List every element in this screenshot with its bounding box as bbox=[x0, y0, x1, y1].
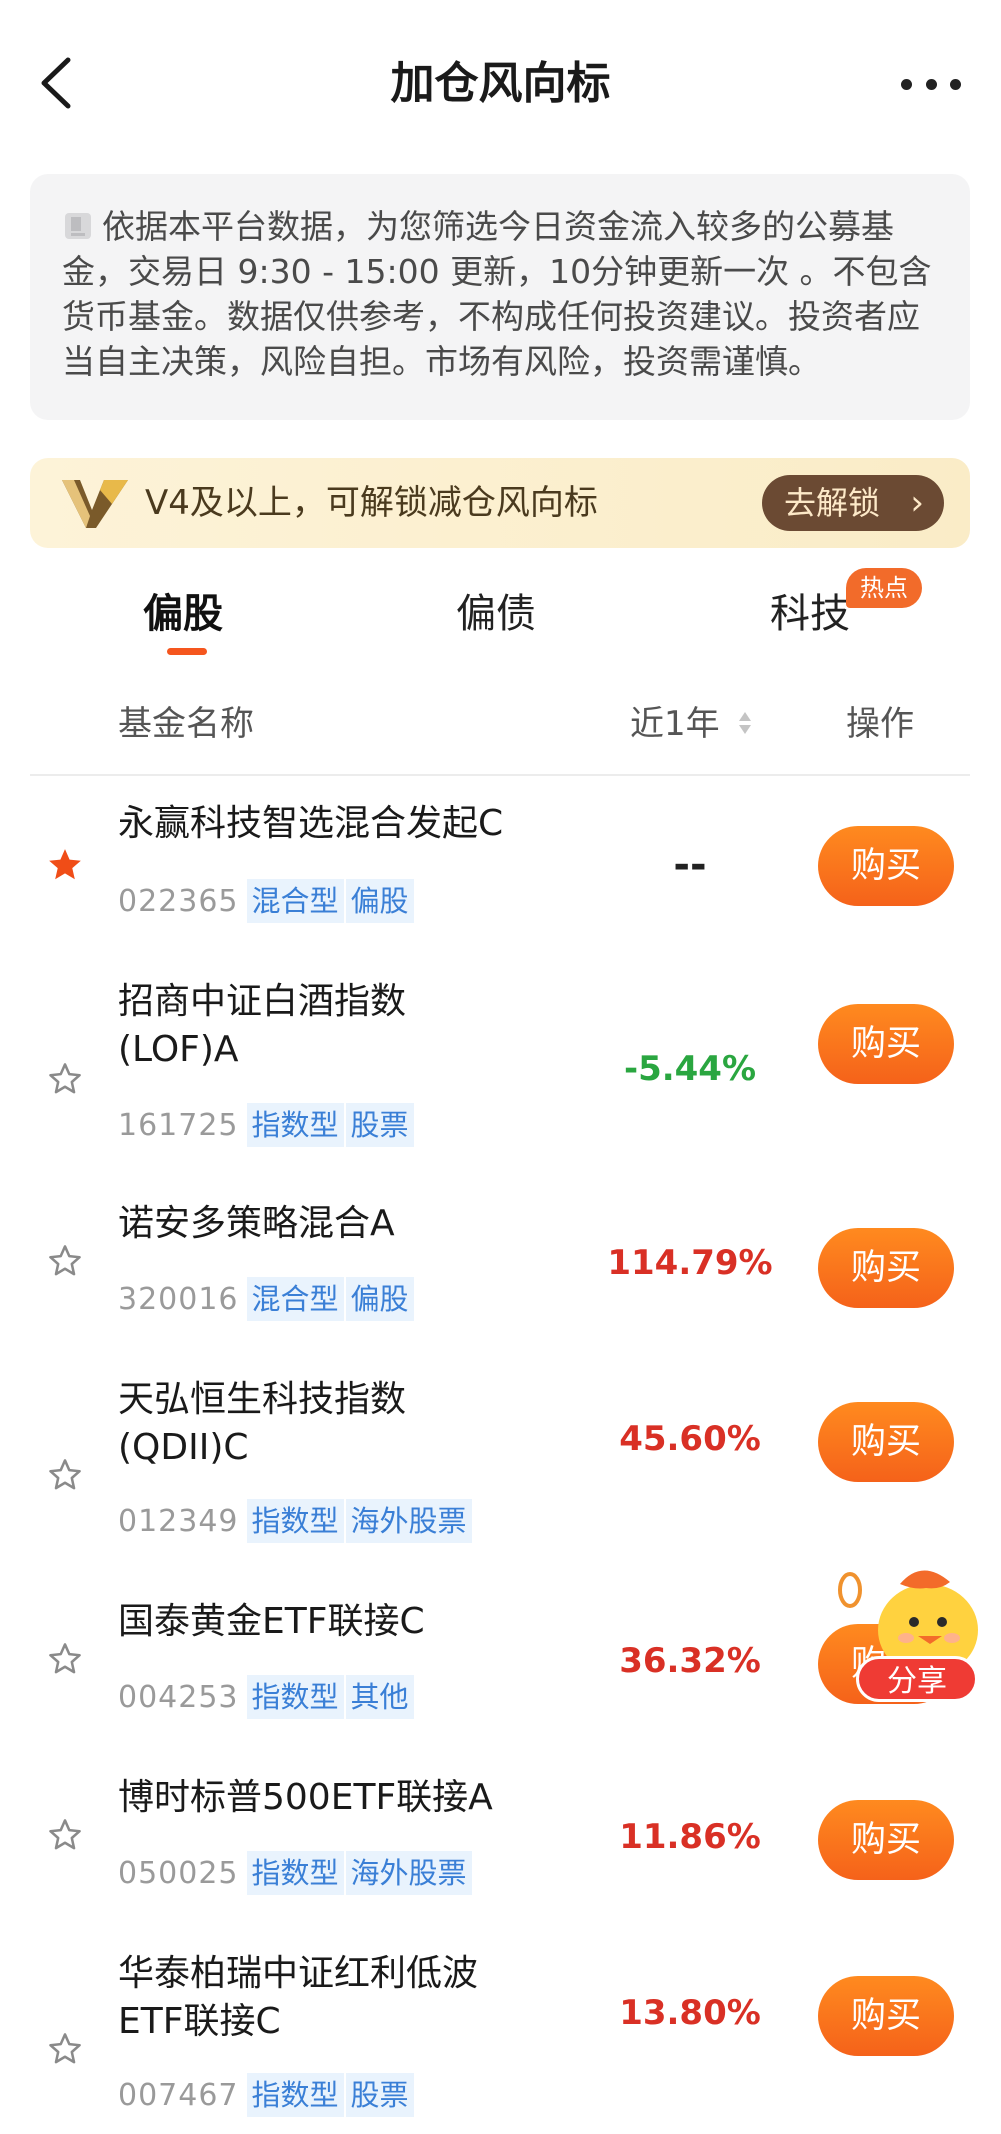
unlock-text: V4及以上，可解锁减仓风向标 bbox=[145, 483, 598, 523]
fund-code: 161725 bbox=[118, 1107, 239, 1143]
fund-style-tag: 股票 bbox=[345, 2073, 414, 2117]
buy-button[interactable]: 购买 bbox=[818, 1976, 954, 2056]
fund-style-tag: 其他 bbox=[345, 1675, 414, 1719]
fund-type-tag: 混合型 bbox=[246, 1277, 344, 1321]
notice-text: 依据本平台数据，为您筛选今日资金流入较多的公募基金，交易日 9:30 - 15:… bbox=[62, 207, 932, 381]
active-tab-indicator bbox=[167, 648, 207, 655]
fund-name: 博时标普500ETF联接A bbox=[118, 1777, 493, 1818]
sort-icon[interactable] bbox=[738, 710, 752, 736]
fund-meta: 007467 指数型 股票 bbox=[118, 2072, 416, 2118]
fund-name: 招商中证白酒指数 (LOF)A bbox=[118, 978, 588, 1074]
buy-button[interactable]: 购买 bbox=[818, 1004, 954, 1084]
share-button[interactable]: 分享 bbox=[856, 1656, 978, 1702]
more-button[interactable] bbox=[901, 66, 961, 102]
fund-type-tag: 指数型 bbox=[246, 2073, 344, 2117]
star-icon[interactable] bbox=[46, 1456, 84, 1494]
fund-meta: 004253 指数型 其他 bbox=[118, 1674, 416, 1720]
fund-name: 华泰柏瑞中证红利低波 ETF联接C bbox=[118, 1950, 588, 2046]
divider bbox=[30, 774, 970, 776]
fund-type-tag: 指数型 bbox=[246, 1675, 344, 1719]
fund-name-line: 招商中证白酒指数 bbox=[118, 981, 407, 1022]
fund-name-line: (QDII)C bbox=[118, 1427, 249, 1468]
fund-name-line: 天弘恒生科技指数 bbox=[118, 1379, 407, 1420]
fund-name-line: (LOF)A bbox=[118, 1029, 239, 1070]
fund-style-tag: 股票 bbox=[345, 1103, 414, 1147]
fund-type-tag: 混合型 bbox=[246, 879, 344, 923]
buy-button[interactable]: 购买 bbox=[818, 1800, 954, 1880]
hot-badge: 热点 bbox=[846, 568, 922, 608]
star-icon[interactable] bbox=[46, 1060, 84, 1098]
star-icon[interactable] bbox=[46, 2030, 84, 2068]
table-header: 基金名称 近1年 操作 bbox=[0, 688, 1001, 768]
buy-button[interactable]: 购买 bbox=[818, 1228, 954, 1308]
fund-type-tag: 指数型 bbox=[246, 1499, 344, 1543]
unlock-banner[interactable]: V4及以上，可解锁减仓风向标 去解锁 › bbox=[30, 458, 970, 548]
fund-code: 007467 bbox=[118, 2077, 239, 2113]
fund-code: 012349 bbox=[118, 1503, 239, 1539]
column-return-sort[interactable]: 近1年 bbox=[630, 696, 720, 745]
star-filled-icon[interactable] bbox=[46, 846, 84, 884]
document-icon bbox=[65, 213, 91, 239]
fund-code: 022365 bbox=[118, 883, 239, 919]
fund-meta: 022365 混合型 偏股 bbox=[118, 878, 416, 924]
top-bar: 加仓风向标 bbox=[0, 0, 1001, 170]
page-title: 加仓风向标 bbox=[390, 58, 611, 109]
disclaimer-notice: 依据本平台数据，为您筛选今日资金流入较多的公募基金，交易日 9:30 - 15:… bbox=[30, 174, 970, 420]
more-dots-icon bbox=[901, 78, 912, 90]
one-year-return: 45.60% bbox=[619, 1419, 761, 1459]
star-icon[interactable] bbox=[46, 1640, 84, 1678]
fund-name: 诺安多策略混合A bbox=[118, 1203, 395, 1244]
fund-name: 天弘恒生科技指数 (QDII)C bbox=[118, 1376, 588, 1472]
star-icon[interactable] bbox=[46, 1816, 84, 1854]
fund-name-line: ETF联接C bbox=[118, 2001, 281, 2042]
chevron-right-icon: › bbox=[910, 483, 924, 523]
fund-style-tag: 偏股 bbox=[345, 1277, 414, 1321]
fund-code: 050025 bbox=[118, 1855, 239, 1891]
buy-button[interactable]: 购买 bbox=[818, 826, 954, 906]
v-logo-icon bbox=[62, 480, 128, 528]
buy-button[interactable]: 购买 bbox=[818, 1402, 954, 1482]
fund-style-tag: 偏股 bbox=[345, 879, 414, 923]
fund-type-tag: 指数型 bbox=[246, 1851, 344, 1895]
tab-tech[interactable]: 科技 bbox=[770, 582, 850, 646]
fund-meta: 161725 指数型 股票 bbox=[118, 1102, 416, 1148]
unlock-button-label: 去解锁 bbox=[784, 484, 881, 522]
fund-name: 永赢科技智选混合发起C bbox=[118, 803, 504, 844]
column-fund-name: 基金名称 bbox=[118, 704, 254, 744]
fund-name-line: 华泰柏瑞中证红利低波 bbox=[118, 1953, 479, 1994]
fund-meta: 012349 指数型 海外股票 bbox=[118, 1498, 474, 1544]
one-year-return: -- bbox=[673, 842, 707, 888]
fund-style-tag: 海外股票 bbox=[345, 1851, 472, 1895]
one-year-return: 11.86% bbox=[619, 1817, 761, 1857]
one-year-return: 114.79% bbox=[607, 1243, 773, 1283]
fund-name: 国泰黄金ETF联接C bbox=[118, 1601, 425, 1642]
fund-meta: 050025 指数型 海外股票 bbox=[118, 1850, 474, 1896]
fund-code: 320016 bbox=[118, 1281, 239, 1317]
tab-bond[interactable]: 偏债 bbox=[456, 582, 536, 646]
tab-equity[interactable]: 偏股 bbox=[143, 582, 223, 646]
fund-type-tag: 指数型 bbox=[246, 1103, 344, 1147]
star-icon[interactable] bbox=[46, 1242, 84, 1280]
fund-code: 004253 bbox=[118, 1679, 239, 1715]
one-year-return: -5.44% bbox=[623, 1049, 757, 1089]
column-action: 操作 bbox=[846, 704, 914, 744]
fund-meta: 320016 混合型 偏股 bbox=[118, 1276, 416, 1322]
one-year-return: 13.80% bbox=[619, 1993, 761, 2033]
more-dots-icon bbox=[925, 78, 937, 90]
one-year-return: 36.32% bbox=[619, 1641, 761, 1681]
unlock-button[interactable]: 去解锁 › bbox=[762, 475, 944, 531]
fund-style-tag: 海外股票 bbox=[345, 1499, 472, 1543]
more-dots-icon bbox=[950, 78, 961, 90]
